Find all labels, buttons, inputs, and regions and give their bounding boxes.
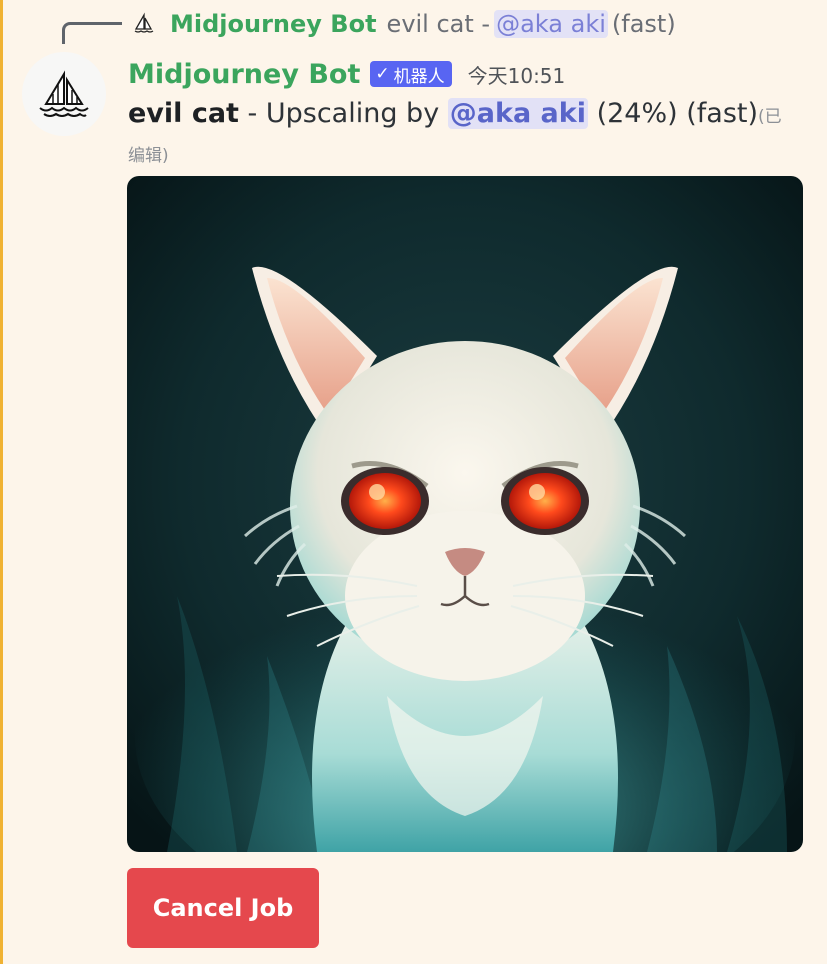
message-mention[interactable]: @aka aki xyxy=(447,98,588,129)
cancel-job-button[interactable]: Cancel Job xyxy=(127,868,319,948)
sailboat-icon xyxy=(39,70,89,117)
reply-author[interactable]: Midjourney Bot xyxy=(170,10,377,38)
mention-highlight-bar xyxy=(0,0,3,964)
bot-badge: ✓ 机器人 xyxy=(370,61,452,87)
message-progress: (24%) (fast) xyxy=(588,98,759,129)
message-header: Midjourney Bot ✓ 机器人 今天10:51 xyxy=(128,54,565,94)
message-content: evil cat - Upscaling by @aka aki (24%) (… xyxy=(128,96,798,174)
reply-spine xyxy=(62,22,122,44)
reply-mention[interactable]: @aka aki xyxy=(494,10,608,38)
image-attachment[interactable] xyxy=(127,176,803,852)
evil-cat-image xyxy=(127,176,803,852)
avatar[interactable] xyxy=(22,52,106,136)
author-name[interactable]: Midjourney Bot xyxy=(128,59,360,90)
reply-text: evil cat - xyxy=(386,10,491,38)
timestamp[interactable]: 今天10:51 xyxy=(468,60,566,89)
checkmark-icon: ✓ xyxy=(375,64,390,84)
reply-suffix: (fast) xyxy=(611,10,676,38)
message-separator: - Upscaling by xyxy=(238,98,448,129)
bot-badge-label: 机器人 xyxy=(393,66,445,87)
message-prompt: evil cat xyxy=(128,98,239,129)
sailboat-icon xyxy=(134,12,154,33)
reply-reference[interactable]: Midjourney Bot evil cat - @aka aki (fast… xyxy=(132,8,676,40)
